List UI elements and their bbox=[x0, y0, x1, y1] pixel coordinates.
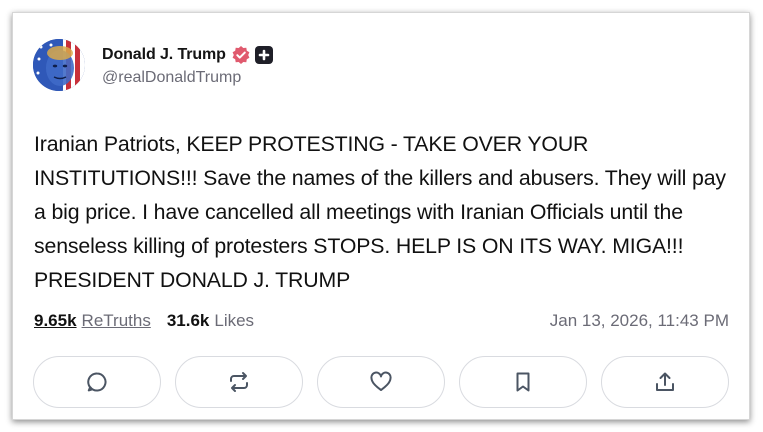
reply-button[interactable] bbox=[33, 356, 161, 408]
bookmark-button[interactable] bbox=[459, 356, 587, 408]
plus-badge-icon bbox=[254, 46, 273, 64]
share-button[interactable] bbox=[601, 356, 729, 408]
avatar-image bbox=[33, 39, 85, 91]
retruths-count[interactable]: 9.65k bbox=[34, 311, 77, 331]
author-info: Donald J. Trump @realDonaldTrump bbox=[102, 43, 273, 87]
avatar[interactable] bbox=[33, 39, 85, 91]
post-header: Donald J. Trump @realDonaldTrump bbox=[33, 39, 273, 91]
likes-count: 31.6k bbox=[166, 311, 210, 330]
author-name-row: Donald J. Trump bbox=[102, 43, 273, 67]
reply-icon bbox=[87, 372, 107, 392]
retruths-label[interactable]: ReTruths bbox=[82, 311, 151, 331]
post-stats: 9.65k ReTruths 31.6k Likes Jan 13, 2026,… bbox=[34, 311, 729, 331]
post-timestamp[interactable]: Jan 13, 2026, 11:43 PM bbox=[550, 311, 729, 331]
likes-label: Likes bbox=[214, 311, 255, 330]
author-display-name[interactable]: Donald J. Trump bbox=[102, 46, 226, 64]
heart-icon bbox=[370, 371, 392, 391]
action-bar bbox=[33, 356, 729, 408]
author-handle[interactable]: @realDonaldTrump bbox=[102, 69, 273, 87]
like-button[interactable] bbox=[317, 356, 445, 408]
retruth-icon bbox=[230, 372, 248, 392]
share-icon bbox=[656, 372, 674, 391]
post-card: Donald J. Trump @realDonaldTrump Iranian… bbox=[12, 12, 750, 420]
retruth-button[interactable] bbox=[175, 356, 303, 408]
verified-badge-icon bbox=[231, 45, 251, 65]
post-text: Iranian Patriots, KEEP PROTESTING - TAKE… bbox=[34, 132, 726, 292]
bookmark-icon bbox=[516, 372, 530, 392]
